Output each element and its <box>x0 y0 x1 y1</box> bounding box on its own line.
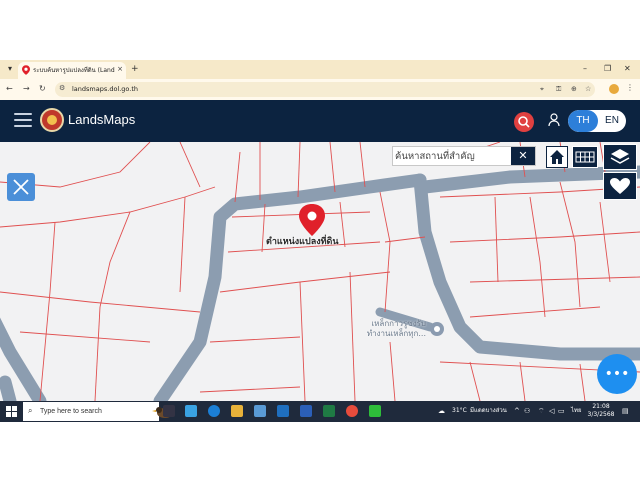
more-options-button[interactable]: ••• <box>597 354 637 394</box>
layers-icon <box>610 149 630 164</box>
home-button[interactable] <box>546 146 568 168</box>
copilot-icon[interactable] <box>185 405 197 417</box>
tab-close-icon[interactable]: × <box>117 65 123 74</box>
home-icon <box>550 150 564 164</box>
restore-button[interactable]: ❐ <box>604 63 611 75</box>
site-info-icon[interactable]: ⚙ <box>59 84 65 92</box>
place-search-input[interactable] <box>395 148 507 164</box>
weather-text: มีแดดบางส่วน <box>470 407 507 414</box>
close-window-button[interactable]: ✕ <box>624 63 631 75</box>
zoom-icon[interactable]: ⊕ <box>571 84 577 94</box>
search-icon <box>518 116 530 128</box>
input-language[interactable]: ไทย <box>571 407 582 415</box>
map-pin-icon <box>299 204 325 236</box>
road-main <box>153 173 427 401</box>
minimize-button[interactable]: – <box>583 63 587 75</box>
outlook-icon[interactable] <box>277 405 289 417</box>
bookmark-star-icon[interactable]: ☆ <box>585 84 591 94</box>
search-button[interactable] <box>514 112 534 132</box>
url-text: landsmaps.dol.go.th <box>72 85 139 93</box>
lang-en-option[interactable]: EN <box>598 110 626 132</box>
address-bar[interactable]: ⚙ landsmaps.dol.go.th ⌖ ⚿ ⊕ ☆ <box>55 82 595 97</box>
layers-button[interactable] <box>603 144 637 170</box>
browser-toolbar: ← → ↻ ⚙ landsmaps.dol.go.th ⌖ ⚿ ⊕ ☆ ⋮ <box>0 79 640 101</box>
browser-tab-strip: ▾ ระบบค้นหารูปแปลงที่ดิน (LandsMap × + –… <box>0 60 640 79</box>
battery-icon[interactable]: ▭ <box>558 407 565 416</box>
user-icon[interactable] <box>548 113 560 127</box>
grid-icon <box>575 151 595 163</box>
word-icon[interactable] <box>300 405 312 417</box>
chrome-icon[interactable] <box>346 405 358 417</box>
tab-search-dropdown-icon[interactable]: ▾ <box>4 63 16 75</box>
place-search-box: ✕ <box>392 146 536 166</box>
location-icon[interactable]: ⌖ <box>540 84 544 94</box>
map-base-layer <box>0 142 640 401</box>
clock-date[interactable]: 3/3/2568 <box>586 411 616 419</box>
taskbar-search-box[interactable]: ⌕ Type here to search <box>23 402 173 421</box>
favorite-button[interactable] <box>603 172 637 200</box>
clock-time[interactable]: 21:08 <box>590 403 612 411</box>
file-explorer-icon[interactable] <box>231 405 243 417</box>
taskbar-search-icon: ⌕ <box>28 406 33 415</box>
browser-tab[interactable]: ระบบค้นหารูปแปลงที่ดิน (LandsMap × <box>18 62 126 79</box>
forward-arrow-icon[interactable]: → <box>23 83 30 95</box>
back-arrow-icon[interactable]: ← <box>6 83 13 95</box>
people-icon[interactable]: ⚇ <box>524 407 530 416</box>
reload-icon[interactable]: ↻ <box>39 83 46 95</box>
taskbar-search-placeholder: Type here to search <box>40 408 102 415</box>
app-title: LandsMaps <box>68 112 136 127</box>
password-key-icon[interactable]: ⚿ <box>556 84 561 94</box>
windows-start-icon[interactable] <box>6 406 17 417</box>
profile-avatar[interactable] <box>609 84 619 94</box>
language-toggle[interactable]: TH EN <box>568 110 626 132</box>
map-canvas[interactable]: ✕ ตำแหน่งแปลงที่ดิน เหล็กกาวรูซงรับ ทำงา… <box>0 142 640 401</box>
dol-logo <box>40 108 64 132</box>
windows-taskbar: ⌕ Type here to search ☁ 31°C มีแดดบางส่ว… <box>0 401 640 422</box>
line-icon[interactable] <box>369 405 381 417</box>
favicon-pin-icon <box>22 65 30 75</box>
tab-title: ระบบค้นหารูปแปลงที่ดิน (LandsMap <box>33 67 115 74</box>
weather-temp: 31°C <box>452 407 467 414</box>
poi-label[interactable]: เหล็กกาวรูซงรับ ทำงานเหล็กทุก... <box>348 319 426 339</box>
parcel-location-label: ตำแหน่งแปลงที่ดิน <box>266 237 339 247</box>
volume-icon[interactable]: ◁ <box>549 407 554 416</box>
ruler-pencil-icon <box>13 179 29 195</box>
tray-chevron-icon[interactable]: ^ <box>514 407 520 416</box>
road-east <box>413 173 640 361</box>
notification-icon[interactable]: ▤ <box>622 407 629 416</box>
screen: ▾ ระบบค้นหารูปแปลงที่ดิน (LandsMap × + –… <box>0 60 640 422</box>
excel-icon[interactable] <box>323 405 335 417</box>
edge-icon[interactable] <box>208 405 220 417</box>
measure-tools-button[interactable] <box>7 173 35 201</box>
heart-icon <box>610 178 630 194</box>
store-icon[interactable] <box>254 405 266 417</box>
search-clear-button[interactable]: ✕ <box>511 147 535 165</box>
new-tab-button[interactable]: + <box>131 63 139 75</box>
lang-th-option[interactable]: TH <box>568 110 598 132</box>
app-header: LandsMaps TH EN <box>0 100 640 142</box>
poi-marker-icon[interactable] <box>430 322 444 336</box>
browser-menu-icon[interactable]: ⋮ <box>626 83 634 92</box>
task-view-icon[interactable] <box>163 405 175 417</box>
network-icon[interactable]: ⌔ <box>538 407 545 416</box>
hamburger-menu-icon[interactable] <box>14 113 32 127</box>
grid-button[interactable] <box>572 146 598 168</box>
weather-icon[interactable]: ☁ <box>438 407 445 416</box>
